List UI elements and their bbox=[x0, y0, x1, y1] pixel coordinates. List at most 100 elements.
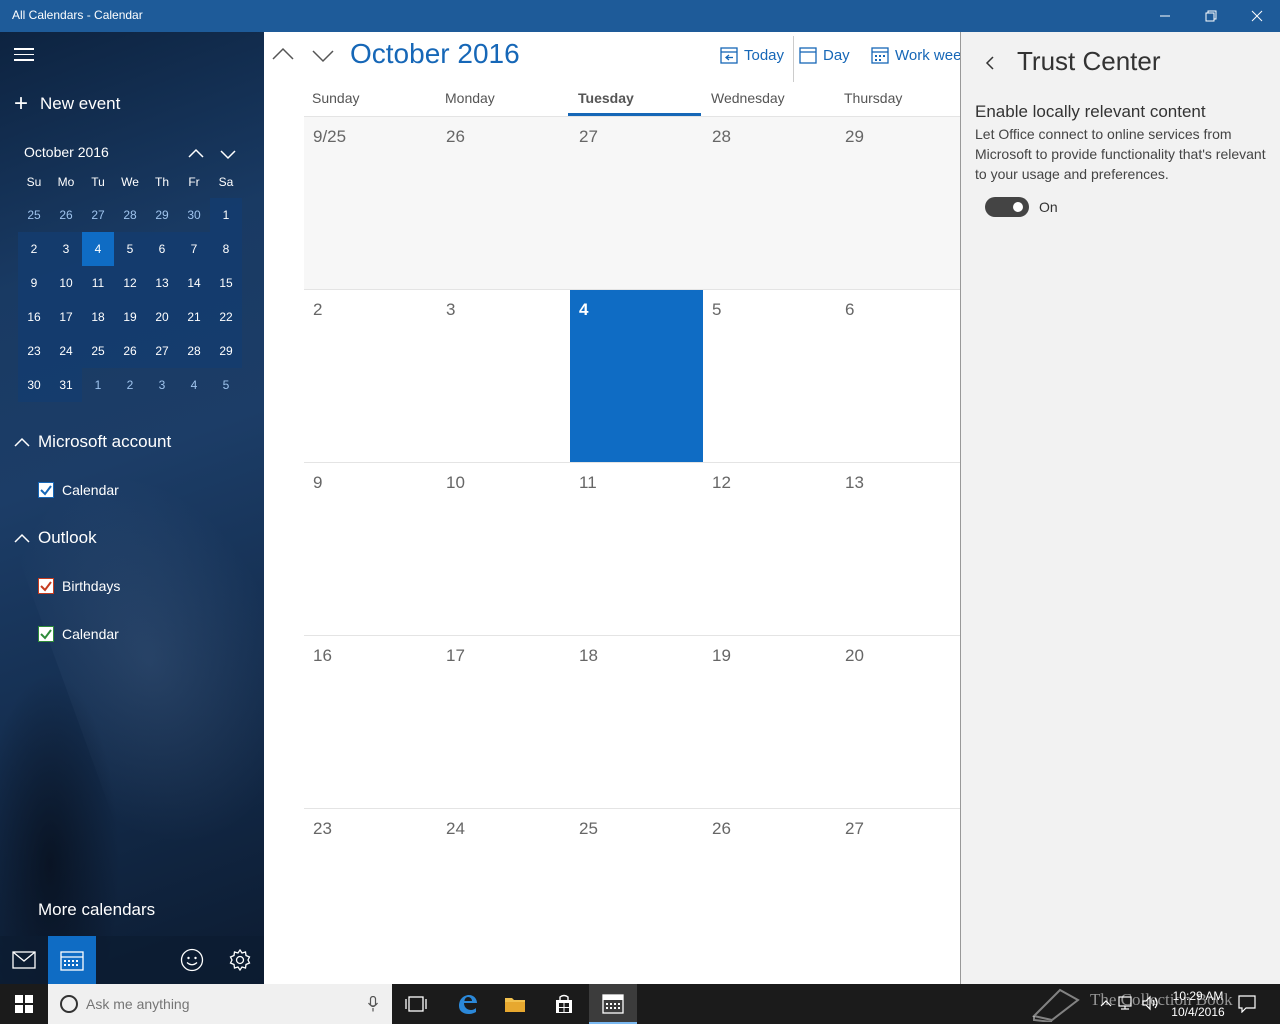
mini-calendar-day[interactable]: 7 bbox=[178, 232, 210, 266]
mini-calendar-day[interactable]: 1 bbox=[82, 368, 114, 402]
checkbox[interactable] bbox=[38, 578, 54, 594]
day-cell[interactable]: 11 bbox=[570, 463, 703, 635]
calendar-item-outlook-calendar[interactable]: Calendar bbox=[38, 626, 119, 642]
volume-icon[interactable] bbox=[1142, 995, 1160, 1011]
mini-calendar-day[interactable]: 22 bbox=[210, 300, 242, 334]
mini-calendar-day[interactable]: 14 bbox=[178, 266, 210, 300]
month-title[interactable]: October 2016 bbox=[350, 38, 520, 70]
mini-calendar-day[interactable]: 30 bbox=[178, 198, 210, 232]
mini-calendar-day[interactable]: 16 bbox=[18, 300, 50, 334]
day-cell[interactable]: 28 bbox=[703, 117, 836, 289]
new-event-button[interactable]: + New event bbox=[14, 92, 120, 116]
section-microsoft-account[interactable]: Microsoft account bbox=[14, 432, 171, 452]
day-cell[interactable]: 20 bbox=[836, 636, 960, 808]
network-icon[interactable] bbox=[1118, 995, 1136, 1011]
mini-calendar-day[interactable]: 27 bbox=[146, 334, 178, 368]
mini-calendar-day[interactable]: 26 bbox=[114, 334, 146, 368]
mini-calendar-day[interactable]: 5 bbox=[210, 368, 242, 402]
mini-calendar-day[interactable]: 31 bbox=[50, 368, 82, 402]
mini-calendar-day[interactable]: 3 bbox=[50, 232, 82, 266]
day-cell[interactable]: 6 bbox=[836, 290, 960, 462]
search-input[interactable] bbox=[86, 996, 356, 1012]
mail-button[interactable] bbox=[0, 936, 48, 984]
mini-calendar-day[interactable]: 29 bbox=[210, 334, 242, 368]
settings-button[interactable] bbox=[216, 936, 264, 984]
mini-calendar-day[interactable]: 4 bbox=[178, 368, 210, 402]
day-cell[interactable]: 26 bbox=[437, 117, 570, 289]
next-month-icon[interactable] bbox=[310, 42, 336, 68]
store-button[interactable] bbox=[540, 984, 588, 1024]
mini-calendar-day[interactable]: 15 bbox=[210, 266, 242, 300]
start-button[interactable] bbox=[0, 984, 48, 1024]
day-view-button[interactable]: Day bbox=[799, 46, 850, 64]
calendar-item-birthdays[interactable]: Birthdays bbox=[38, 578, 120, 594]
mini-calendar-day[interactable]: 19 bbox=[114, 300, 146, 334]
day-cell[interactable]: 5 bbox=[703, 290, 836, 462]
mini-calendar-day[interactable]: 1 bbox=[210, 198, 242, 232]
mini-calendar-day[interactable]: 5 bbox=[114, 232, 146, 266]
day-cell[interactable]: 27 bbox=[836, 809, 960, 981]
show-hidden-icons-chevron-up-icon[interactable] bbox=[1100, 995, 1112, 1011]
close-button[interactable] bbox=[1234, 0, 1280, 32]
mini-calendar-day[interactable]: 27 bbox=[82, 198, 114, 232]
locally-relevant-content-toggle[interactable] bbox=[985, 197, 1029, 217]
mini-calendar-day[interactable]: 9 bbox=[18, 266, 50, 300]
day-cell[interactable]: 9/25 bbox=[304, 117, 437, 289]
calendar-item-microsoft-calendar[interactable]: Calendar bbox=[38, 482, 119, 498]
more-calendars-link[interactable]: More calendars bbox=[38, 900, 155, 920]
system-clock[interactable]: 10:29 AM 10/4/2016 bbox=[1160, 988, 1236, 1020]
mini-calendar-day[interactable]: 8 bbox=[210, 232, 242, 266]
today-button[interactable]: Today bbox=[720, 46, 784, 64]
chevron-up-icon[interactable] bbox=[186, 144, 206, 164]
feedback-button[interactable] bbox=[168, 936, 216, 984]
day-cell[interactable]: 12 bbox=[703, 463, 836, 635]
day-cell[interactable]: 17 bbox=[437, 636, 570, 808]
mini-calendar-day[interactable]: 26 bbox=[50, 198, 82, 232]
mini-calendar-day[interactable]: 17 bbox=[50, 300, 82, 334]
mini-calendar-day[interactable]: 10 bbox=[50, 266, 82, 300]
checkbox[interactable] bbox=[38, 482, 54, 498]
mini-calendar-day[interactable]: 24 bbox=[50, 334, 82, 368]
day-cell[interactable]: 10 bbox=[437, 463, 570, 635]
mini-calendar-day[interactable]: 12 bbox=[114, 266, 146, 300]
mini-calendar-day[interactable]: 25 bbox=[82, 334, 114, 368]
hamburger-menu-icon[interactable] bbox=[14, 48, 34, 62]
day-cell[interactable]: 25 bbox=[570, 809, 703, 981]
previous-month-icon[interactable] bbox=[270, 42, 296, 68]
day-cell[interactable]: 3 bbox=[437, 290, 570, 462]
restore-button[interactable] bbox=[1188, 0, 1234, 32]
day-cell[interactable]: 16 bbox=[304, 636, 437, 808]
day-cell[interactable]: 2 bbox=[304, 290, 437, 462]
work-week-view-button[interactable]: Work week bbox=[871, 46, 960, 64]
day-cell[interactable]: 29 bbox=[836, 117, 960, 289]
mini-calendar-day[interactable]: 3 bbox=[146, 368, 178, 402]
minimize-button[interactable] bbox=[1142, 0, 1188, 32]
day-cell-today[interactable]: 4 bbox=[570, 290, 703, 462]
mini-calendar-day[interactable]: 25 bbox=[18, 198, 50, 232]
mini-calendar-day[interactable]: 30 bbox=[18, 368, 50, 402]
action-center-icon[interactable] bbox=[1238, 995, 1256, 1013]
mini-calendar-day[interactable]: 6 bbox=[146, 232, 178, 266]
mini-calendar-day[interactable]: 29 bbox=[146, 198, 178, 232]
day-cell[interactable]: 26 bbox=[703, 809, 836, 981]
mini-calendar-day[interactable]: 28 bbox=[178, 334, 210, 368]
day-cell[interactable]: 9 bbox=[304, 463, 437, 635]
mini-calendar-day[interactable]: 28 bbox=[114, 198, 146, 232]
day-cell[interactable]: 23 bbox=[304, 809, 437, 981]
day-cell[interactable]: 13 bbox=[836, 463, 960, 635]
mini-calendar-day[interactable]: 11 bbox=[82, 266, 114, 300]
task-view-button[interactable] bbox=[392, 984, 440, 1024]
section-outlook[interactable]: Outlook bbox=[14, 528, 97, 548]
checkbox[interactable] bbox=[38, 626, 54, 642]
calendar-app-button[interactable] bbox=[589, 984, 637, 1024]
microphone-icon[interactable] bbox=[368, 996, 378, 1012]
mini-calendar-month[interactable]: October 2016 bbox=[24, 144, 109, 160]
mini-calendar-day[interactable]: 13 bbox=[146, 266, 178, 300]
edge-browser-button[interactable] bbox=[443, 984, 491, 1024]
mini-calendar-day[interactable]: 2 bbox=[18, 232, 50, 266]
mini-calendar-day[interactable]: 21 bbox=[178, 300, 210, 334]
mini-calendar-day[interactable]: 2 bbox=[114, 368, 146, 402]
chevron-down-icon[interactable] bbox=[218, 144, 238, 164]
cortana-search-box[interactable] bbox=[48, 984, 392, 1024]
mini-calendar-day[interactable]: 20 bbox=[146, 300, 178, 334]
